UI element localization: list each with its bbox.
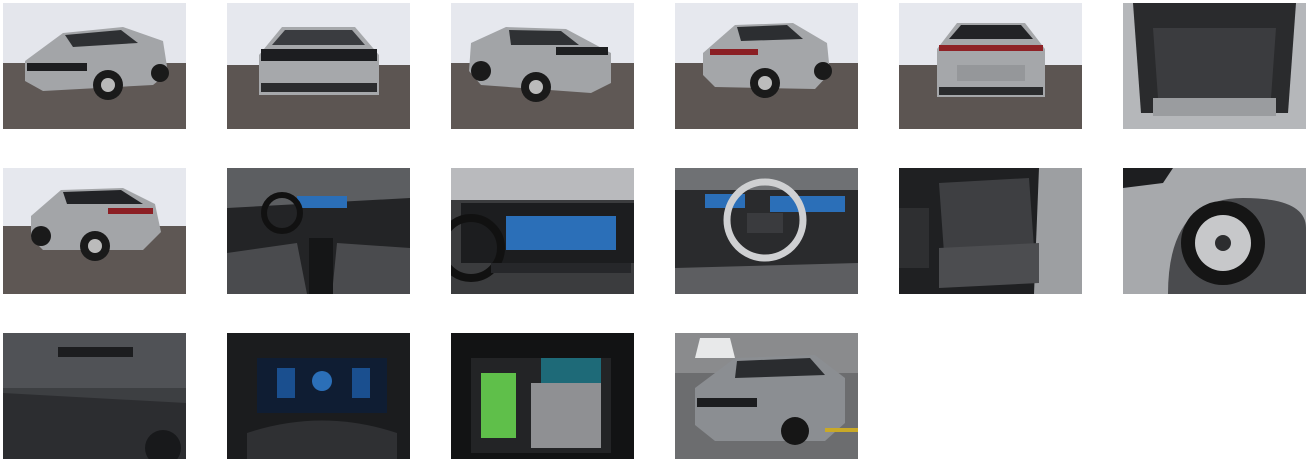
photo-thumbnail-exterior-front-left[interactable] <box>3 3 186 129</box>
photo-thumbnail-trunk-interior[interactable] <box>1123 3 1306 129</box>
car-rear-image <box>899 3 1082 129</box>
photo-thumbnail-exterior-rear-left[interactable] <box>675 3 858 129</box>
instrument-cluster-image <box>227 333 410 459</box>
photo-thumbnail-center-console-storage[interactable] <box>451 333 634 459</box>
photo-thumbnail-steering-wheel[interactable] <box>675 168 858 294</box>
photo-thumbnail-exterior-rear-left-low[interactable] <box>3 168 186 294</box>
photo-thumbnail-exterior-parking-garage[interactable] <box>675 333 858 459</box>
car-front-right-image <box>451 3 634 129</box>
windshield-image <box>3 333 186 459</box>
infotainment-image <box>451 168 634 294</box>
car-rear-left-image <box>675 3 858 129</box>
steering-wheel-image <box>675 168 858 294</box>
photo-thumbnail-wheel-closeup[interactable] <box>1123 168 1306 294</box>
rear-seats-image <box>899 168 1082 294</box>
photo-thumbnail-exterior-front-right[interactable] <box>451 3 634 129</box>
photo-thumbnail-exterior-front[interactable] <box>227 3 410 129</box>
trunk-image <box>1123 3 1306 129</box>
wheel-image <box>1123 168 1306 294</box>
car-rear-left-low-image <box>3 168 186 294</box>
photo-thumbnail-cockpit-overview[interactable] <box>227 168 410 294</box>
photo-thumbnail-windshield-sticker[interactable] <box>3 333 186 459</box>
center-console-image <box>451 333 634 459</box>
car-parking-garage-image <box>675 333 858 459</box>
photo-thumbnail-rear-seats[interactable] <box>899 168 1082 294</box>
car-front-image <box>227 3 410 129</box>
cockpit-image <box>227 168 410 294</box>
photo-thumbnail-instrument-cluster[interactable] <box>227 333 410 459</box>
photo-thumbnail-exterior-rear[interactable] <box>899 3 1082 129</box>
photo-gallery <box>0 0 1306 459</box>
photo-thumbnail-infotainment-display[interactable] <box>451 168 634 294</box>
car-front-left-image <box>3 3 186 129</box>
